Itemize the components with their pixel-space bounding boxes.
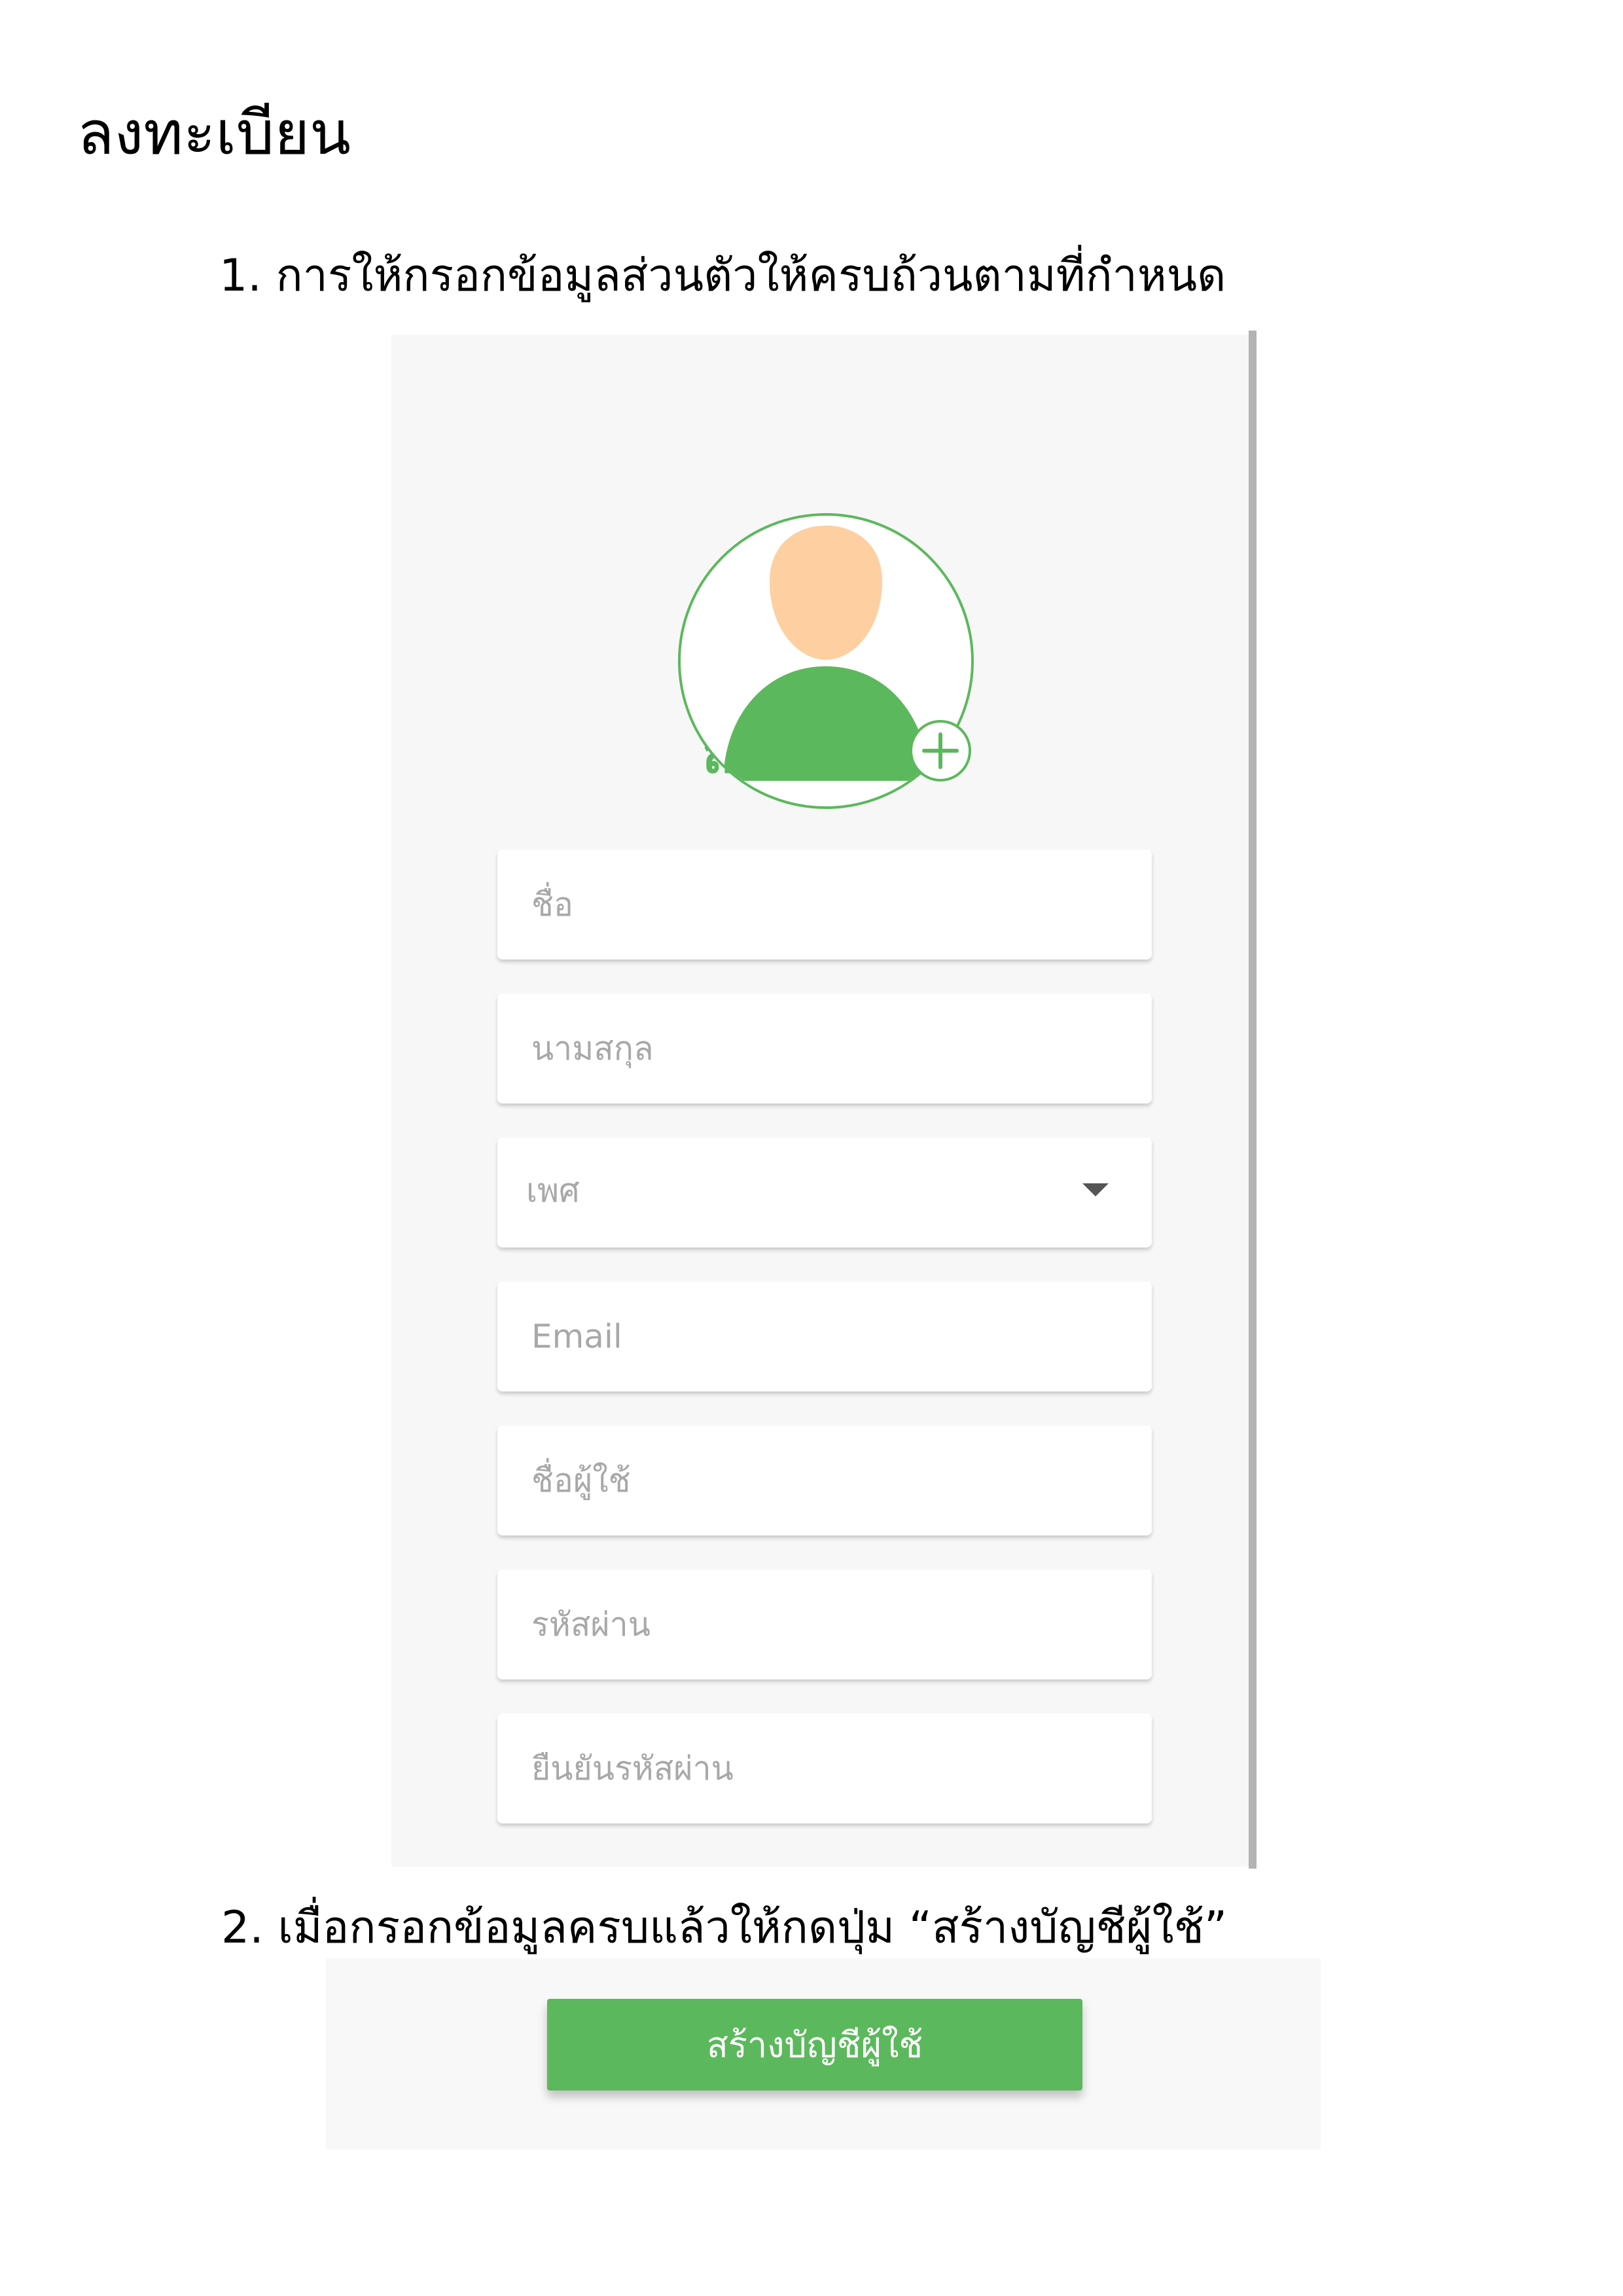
username-input[interactable]: [497, 1426, 1152, 1535]
caret-down-icon: [1082, 1183, 1109, 1196]
gender-placeholder: เพศ: [526, 1172, 580, 1210]
panel-scrollbar[interactable]: [1249, 331, 1257, 1869]
first-name-field[interactable]: [497, 850, 1152, 960]
first-name-input[interactable]: [497, 850, 1152, 960]
email-input[interactable]: [497, 1282, 1152, 1391]
password-field[interactable]: [497, 1570, 1152, 1679]
last-name-input[interactable]: [497, 994, 1152, 1103]
last-name-field[interactable]: [497, 994, 1152, 1103]
confirm-password-field[interactable]: [497, 1713, 1152, 1823]
password-input[interactable]: [497, 1570, 1152, 1679]
confirm-password-input[interactable]: [497, 1713, 1152, 1823]
plus-circle-icon: [922, 732, 959, 769]
step-2-text: 2. เมื่อกรอกข้อมูลครบแล้วให้กดปุ่ม “สร้า…: [221, 1902, 1228, 1954]
create-account-button[interactable]: สร้างบัญชีผู้ใช้: [547, 1999, 1082, 2090]
username-field[interactable]: [497, 1426, 1152, 1535]
step-1-text: 1. การให้กรอกข้อมูลส่วนตัวให้ครบถ้วนตามท…: [219, 250, 1226, 302]
gender-select[interactable]: เพศ: [497, 1138, 1152, 1247]
document-heading: ลงทะเบียน: [77, 98, 351, 168]
email-field[interactable]: [497, 1282, 1152, 1391]
add-photo-button[interactable]: [910, 720, 971, 781]
